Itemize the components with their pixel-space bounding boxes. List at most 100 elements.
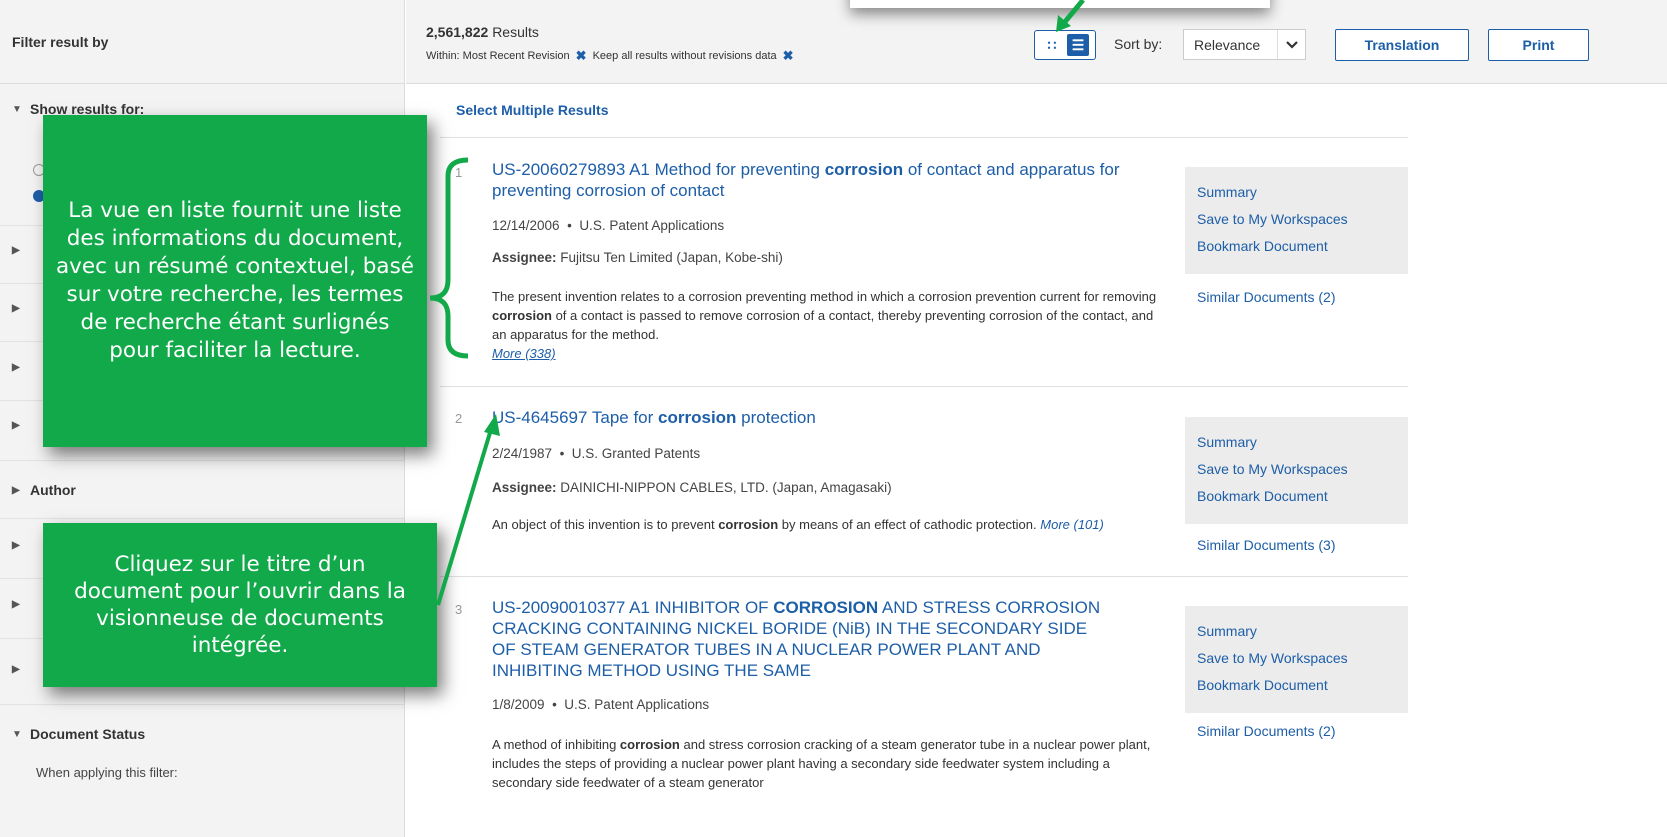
results-number: 2,561,822 <box>426 24 489 40</box>
result-date: 12/14/2006 <box>492 218 560 233</box>
similar-documents-link[interactable]: Similar Documents (2) <box>1197 723 1335 739</box>
bookmark-link[interactable]: Bookmark Document <box>1197 233 1408 260</box>
divider <box>0 704 405 705</box>
divider <box>440 576 1408 577</box>
translation-button[interactable]: Translation <box>1335 29 1469 61</box>
result-actions: Summary Save to My Workspaces Bookmark D… <box>1185 417 1408 524</box>
active-filters: Within: Most Recent Revision ✖ Keep all … <box>426 48 794 64</box>
triangle-right-icon: ▶ <box>12 245 20 256</box>
save-workspace-link[interactable]: Save to My Workspaces <box>1197 456 1408 483</box>
snippet-highlight: corrosion <box>619 737 680 752</box>
assignee-label: Assignee: <box>492 250 557 265</box>
snippet-text: by means of an effect of cathodic protec… <box>778 517 1037 532</box>
triangle-down-icon: ▼ <box>12 728 22 740</box>
overlay-shadow-box <box>850 0 1270 8</box>
filter-within: Within: Most Recent Revision <box>426 50 570 62</box>
facet-collapsed[interactable]: ▶ <box>12 245 22 256</box>
result-date: 2/24/1987 <box>492 446 553 461</box>
result-assignee: Assignee: DAINICHI-NIPPON CABLES, LTD. (… <box>492 480 892 495</box>
callout-title-click: Cliquez sur le titre d’un document pour … <box>43 523 437 687</box>
result-number: 1 <box>455 165 463 180</box>
title-text: US-20060279893 A1 Method for preventing <box>492 160 825 179</box>
result-meta: 1/8/2009 • U.S. Patent Applications <box>492 697 710 712</box>
results-label: Results <box>492 24 539 40</box>
filter-keep: Keep all results without revisions data <box>592 50 777 62</box>
snippet-text: An object of this invention is to preven… <box>492 517 719 532</box>
divider <box>0 518 405 519</box>
remove-x-icon[interactable]: ✖ <box>576 48 587 64</box>
print-button[interactable]: Print <box>1488 29 1589 61</box>
result-snippet: An object of this invention is to preven… <box>492 515 1162 534</box>
facet-label: Author <box>30 482 76 498</box>
title-text: US-20090010377 A1 INHIBITOR OF <box>492 598 774 617</box>
facet-collapsed[interactable]: ▶ <box>12 362 22 373</box>
save-workspace-link[interactable]: Save to My Workspaces <box>1197 206 1408 233</box>
triangle-right-icon: ▶ <box>12 484 20 496</box>
facet-label: Document Status <box>30 726 146 742</box>
triangle-right-icon: ▶ <box>12 303 20 314</box>
result-assignee: Assignee: Fujitsu Ten Limited (Japan, Ko… <box>492 250 783 265</box>
result-title[interactable]: US-4645697 Tape for corrosion protection <box>492 407 1132 428</box>
result-meta: 12/14/2006 • U.S. Patent Applications <box>492 218 725 233</box>
callout-text: La vue en liste fournit une liste des in… <box>55 198 415 363</box>
result-title[interactable]: US-20090010377 A1 INHIBITOR OF CORROSION… <box>492 597 1112 681</box>
triangle-right-icon: ▶ <box>12 362 20 373</box>
facet-collapsed[interactable]: ▶ <box>12 599 22 610</box>
facet-author[interactable]: ▶ Author <box>12 482 76 498</box>
result-meta: 2/24/1987 • U.S. Granted Patents <box>492 446 701 461</box>
assignee-value: DAINICHI-NIPPON CABLES, LTD. (Japan, Ama… <box>560 480 892 495</box>
sort-select[interactable]: Relevance <box>1183 29 1306 60</box>
snippet-text: The present invention relates to a corro… <box>492 289 1157 304</box>
sort-label: Sort by: <box>1114 36 1163 52</box>
facet-collapsed[interactable]: ▶ <box>12 303 22 314</box>
summary-link[interactable]: Summary <box>1197 179 1408 206</box>
bookmark-link[interactable]: Bookmark Document <box>1197 672 1408 699</box>
result-source: U.S. Granted Patents <box>571 446 701 461</box>
facet-collapsed[interactable]: ▶ <box>12 540 22 551</box>
divider <box>440 386 1408 387</box>
title-text: US-4645697 Tape for <box>492 408 659 427</box>
title-highlight: CORROSION <box>773 598 879 617</box>
result-actions: Summary Save to My Workspaces Bookmark D… <box>1185 606 1408 713</box>
facet-collapsed[interactable]: ▶ <box>12 420 22 431</box>
filter-note: When applying this filter: <box>36 765 178 780</box>
results-header: 2,561,822 Results Within: Most Recent Re… <box>406 0 1667 84</box>
result-title[interactable]: US-20060279893 A1 Method for preventing … <box>492 159 1132 201</box>
grid-view-icon[interactable]: ∷ <box>1041 34 1063 56</box>
result-source: U.S. Patent Applications <box>579 218 725 233</box>
title-highlight: corrosion <box>824 160 904 179</box>
assignee-label: Assignee: <box>492 480 557 495</box>
divider <box>440 137 1408 138</box>
sort-value: Relevance <box>1194 36 1261 53</box>
triangle-down-icon: ▼ <box>12 103 22 115</box>
bookmark-link[interactable]: Bookmark Document <box>1197 483 1408 510</box>
similar-documents-link[interactable]: Similar Documents (3) <box>1197 537 1335 553</box>
select-multiple-link[interactable]: Select Multiple Results <box>456 102 608 118</box>
snippet-highlight: corrosion <box>718 517 779 532</box>
similar-documents-link[interactable]: Similar Documents (2) <box>1197 289 1335 305</box>
snippet-text: A method of inhibiting <box>492 737 620 752</box>
remove-x-icon[interactable]: ✖ <box>783 48 794 64</box>
result-date: 1/8/2009 <box>492 697 545 712</box>
triangle-right-icon: ▶ <box>12 540 20 551</box>
callout-list-view: La vue en liste fournit une liste des in… <box>43 115 427 447</box>
result-actions: Summary Save to My Workspaces Bookmark D… <box>1185 167 1408 274</box>
save-workspace-link[interactable]: Save to My Workspaces <box>1197 645 1408 672</box>
view-toggle: ∷ ☰ <box>1034 30 1096 60</box>
summary-link[interactable]: Summary <box>1197 429 1408 456</box>
facet-collapsed[interactable]: ▶ <box>12 664 22 675</box>
more-link[interactable]: More (101) <box>1040 517 1104 532</box>
result-snippet: A method of inhibiting corrosion and str… <box>492 735 1162 837</box>
list-view-icon[interactable]: ☰ <box>1067 34 1089 56</box>
title-highlight: corrosion <box>658 408 737 427</box>
arrow-line <box>436 425 494 606</box>
triangle-right-icon: ▶ <box>12 599 20 610</box>
sidebar-title: Filter result by <box>0 0 404 84</box>
summary-link[interactable]: Summary <box>1197 618 1408 645</box>
title-text: protection <box>736 408 816 427</box>
result-number: 2 <box>455 411 463 426</box>
more-link[interactable]: More (338) <box>492 346 556 361</box>
facet-document-status[interactable]: ▼ Document Status <box>12 726 145 742</box>
snippet-highlight: corrosion <box>492 308 552 323</box>
chevron-down-icon <box>1277 30 1305 59</box>
